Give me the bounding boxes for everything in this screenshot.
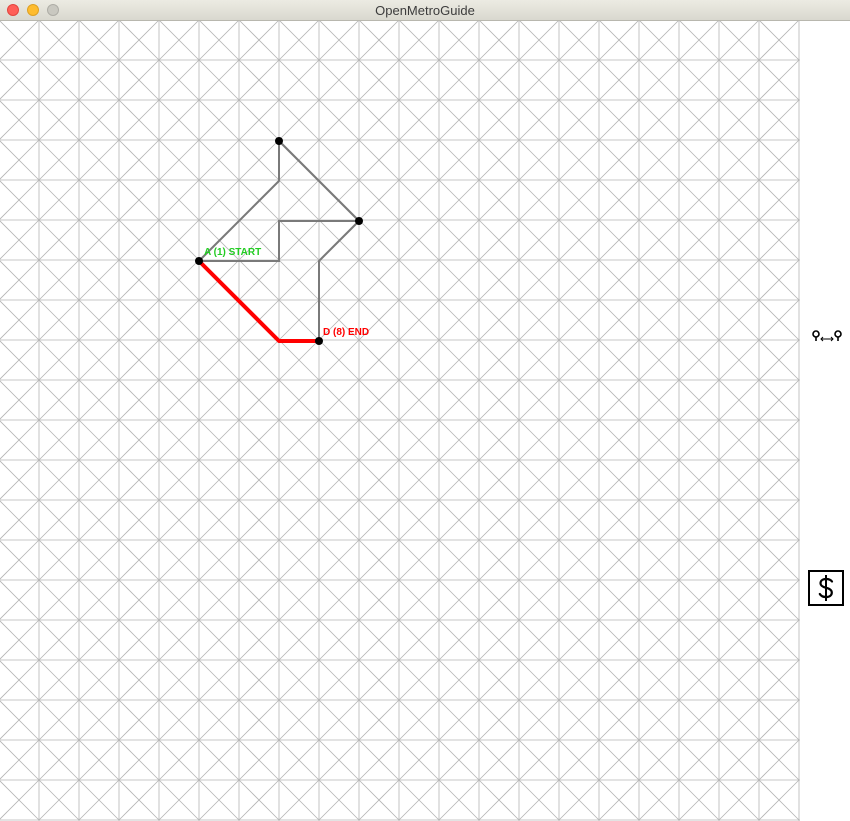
station-node[interactable]: [355, 217, 363, 225]
metro-line-segment: [318, 220, 360, 341]
station-start-node[interactable]: [195, 257, 203, 265]
fare-button[interactable]: [808, 570, 844, 606]
title-bar: OpenMetroGuide: [0, 0, 850, 21]
station-end-node[interactable]: [315, 337, 323, 345]
map-canvas[interactable]: A (1) START D (8) END: [0, 21, 800, 821]
grid: [0, 21, 800, 821]
route-tool-button[interactable]: [811, 326, 843, 348]
app-window: OpenMetroGuide A (1) START D (8) END: [0, 0, 850, 821]
side-toolbar: [800, 21, 850, 821]
grid-line: [0, 21, 40, 61]
end-station-label: D (8) END: [323, 327, 369, 338]
start-station-label: A (1) START: [204, 247, 261, 258]
route-path: [197, 259, 319, 343]
map-svg[interactable]: A (1) START D (8) END: [0, 21, 800, 821]
station-node[interactable]: [275, 137, 283, 145]
window-title: OpenMetroGuide: [375, 3, 475, 18]
dollar-icon: [818, 575, 834, 601]
selected-route: [197, 259, 319, 343]
pin-to-pin-icon: [812, 330, 842, 342]
